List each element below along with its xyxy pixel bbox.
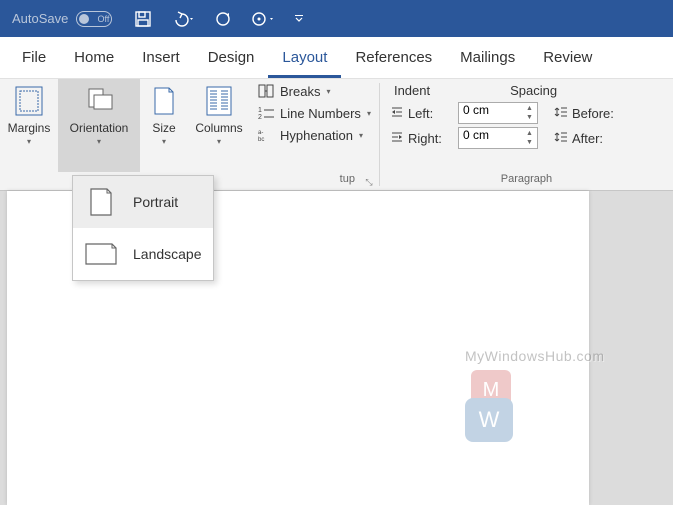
tab-home[interactable]: Home: [60, 39, 128, 78]
breaks-button[interactable]: Breaks ▾: [258, 83, 371, 99]
svg-text:2: 2: [258, 114, 262, 120]
indent-left-label: Left:: [390, 106, 454, 121]
title-bar: AutoSave Off: [0, 0, 673, 37]
tab-insert[interactable]: Insert: [128, 39, 194, 78]
indent-right-input[interactable]: 0 cm ▲▼: [458, 127, 538, 149]
repeat-icon[interactable]: [214, 10, 232, 28]
chevron-down-icon: ▾: [367, 109, 371, 118]
portrait-icon: [83, 186, 119, 218]
line-numbers-icon: 12: [258, 105, 274, 121]
tab-mailings[interactable]: Mailings: [446, 39, 529, 78]
quick-access-toolbar: [134, 10, 304, 28]
ribbon-tabs: File Home Insert Design Layout Reference…: [0, 37, 673, 79]
orientation-icon: [83, 85, 115, 117]
landscape-icon: [83, 238, 119, 270]
svg-text:1: 1: [258, 107, 262, 114]
indent-right-icon: [390, 131, 404, 146]
chevron-down-icon: ▾: [97, 137, 101, 146]
tab-review[interactable]: Review: [529, 39, 606, 78]
sync-icon[interactable]: [250, 10, 276, 28]
orientation-portrait[interactable]: Portrait: [73, 176, 213, 228]
stepper[interactable]: ▲▼: [523, 129, 536, 147]
chevron-down-icon: ▾: [326, 87, 330, 96]
qat-customize-icon[interactable]: [294, 10, 304, 28]
spacing-before-icon: [554, 106, 568, 121]
group-page-setup: Margins ▾ Orientation ▾ Size ▾: [0, 79, 379, 190]
line-numbers-button[interactable]: 12 Line Numbers ▾: [258, 105, 371, 121]
chevron-down-icon: ▾: [162, 137, 166, 146]
spacing-before-label: Before:: [554, 106, 614, 121]
spacing-after-icon: [554, 131, 568, 146]
tab-references[interactable]: References: [341, 39, 446, 78]
orientation-button[interactable]: Orientation ▾: [58, 79, 140, 172]
hyphenation-button[interactable]: a-bc Hyphenation ▾: [258, 127, 371, 143]
orientation-landscape[interactable]: Landscape: [73, 228, 213, 280]
chevron-down-icon: ▾: [27, 137, 31, 146]
hyphenation-icon: a-bc: [258, 127, 274, 143]
svg-text:a-: a-: [258, 130, 263, 136]
undo-icon[interactable]: [170, 10, 196, 28]
group-label-paragraph: Paragraph: [380, 172, 673, 190]
tab-layout[interactable]: Layout: [268, 39, 341, 78]
indent-heading: Indent: [394, 83, 430, 98]
columns-button[interactable]: Columns ▾: [188, 79, 250, 172]
stepper[interactable]: ▲▼: [523, 104, 536, 122]
save-icon[interactable]: [134, 10, 152, 28]
orientation-dropdown: Portrait Landscape: [72, 175, 214, 281]
page-setup-launcher-icon[interactable]: ⤡: [363, 176, 375, 188]
tab-design[interactable]: Design: [194, 39, 269, 78]
page-setup-small: Breaks ▾ 12 Line Numbers ▾ a-bc Hyphenat…: [250, 79, 379, 172]
columns-icon: [203, 85, 235, 117]
svg-text:bc: bc: [258, 137, 264, 142]
group-paragraph: Indent Spacing Left: 0 cm ▲▼ Before:: [380, 79, 673, 190]
indent-left-icon: [390, 106, 404, 121]
chevron-down-icon: ▾: [217, 137, 221, 146]
indent-left-input[interactable]: 0 cm ▲▼: [458, 102, 538, 124]
spacing-after-label: After:: [554, 131, 614, 146]
chevron-down-icon: ▾: [359, 131, 363, 140]
size-button[interactable]: Size ▾: [140, 79, 188, 172]
autosave-toggle[interactable]: Off: [76, 11, 112, 27]
indent-right-label: Right:: [390, 131, 454, 146]
tab-file[interactable]: File: [8, 39, 60, 78]
spacing-heading: Spacing: [510, 83, 557, 98]
autosave-label: AutoSave: [12, 11, 68, 26]
margins-button[interactable]: Margins ▾: [0, 79, 58, 172]
size-icon: [148, 85, 180, 117]
margins-icon: [13, 85, 45, 117]
breaks-icon: [258, 83, 274, 99]
autosave-control[interactable]: AutoSave Off: [12, 11, 112, 27]
